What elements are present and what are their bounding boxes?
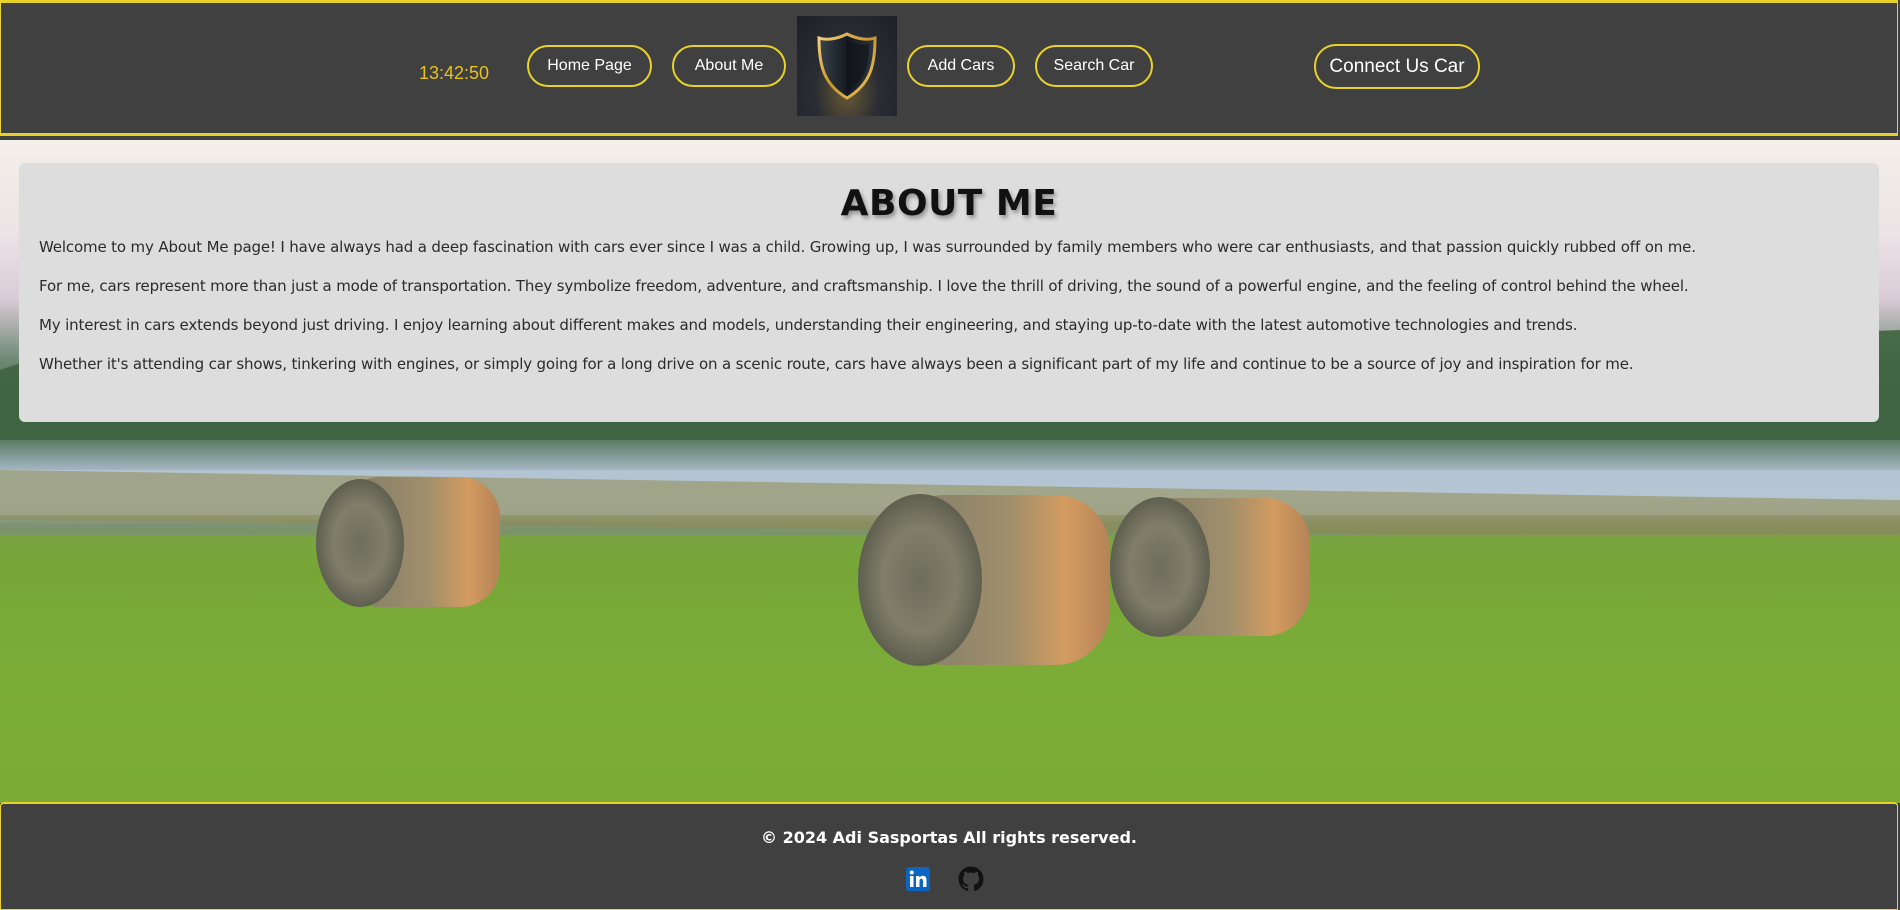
linkedin-icon[interactable] xyxy=(905,866,931,892)
connect-us-car-button[interactable]: Connect Us Car xyxy=(1314,44,1480,89)
search-car-button[interactable]: Search Car xyxy=(1035,45,1153,87)
add-cars-button[interactable]: Add Cars xyxy=(907,45,1015,87)
about-me-button[interactable]: About Me xyxy=(672,45,786,87)
about-me-card: ABOUT ME Welcome to my About Me page! I … xyxy=(19,163,1879,422)
about-paragraph: My interest in cars extends beyond just … xyxy=(39,316,1578,334)
hay-bale xyxy=(316,477,500,607)
hay-bale xyxy=(858,494,1110,666)
about-paragraph: Whether it's attending car shows, tinker… xyxy=(39,355,1634,373)
clock-time: 13:42:50 xyxy=(419,63,490,83)
about-paragraph: For me, cars represent more than just a … xyxy=(39,277,1689,295)
github-icon[interactable] xyxy=(958,866,984,892)
site-header: 13:42:50 Home Page About Me Add Cars Sea… xyxy=(0,0,1898,136)
copyright-text: © 2024 Adi Sasportas All rights reserved… xyxy=(761,828,1137,847)
hay-bale xyxy=(1110,497,1310,637)
shield-icon xyxy=(817,32,877,100)
home-page-button[interactable]: Home Page xyxy=(527,45,652,87)
about-paragraph: Welcome to my About Me page! I have alwa… xyxy=(39,238,1696,256)
shield-logo[interactable] xyxy=(797,16,897,116)
about-me-title: ABOUT ME xyxy=(840,183,1058,224)
site-footer: © 2024 Adi Sasportas All rights reserved… xyxy=(0,802,1898,910)
